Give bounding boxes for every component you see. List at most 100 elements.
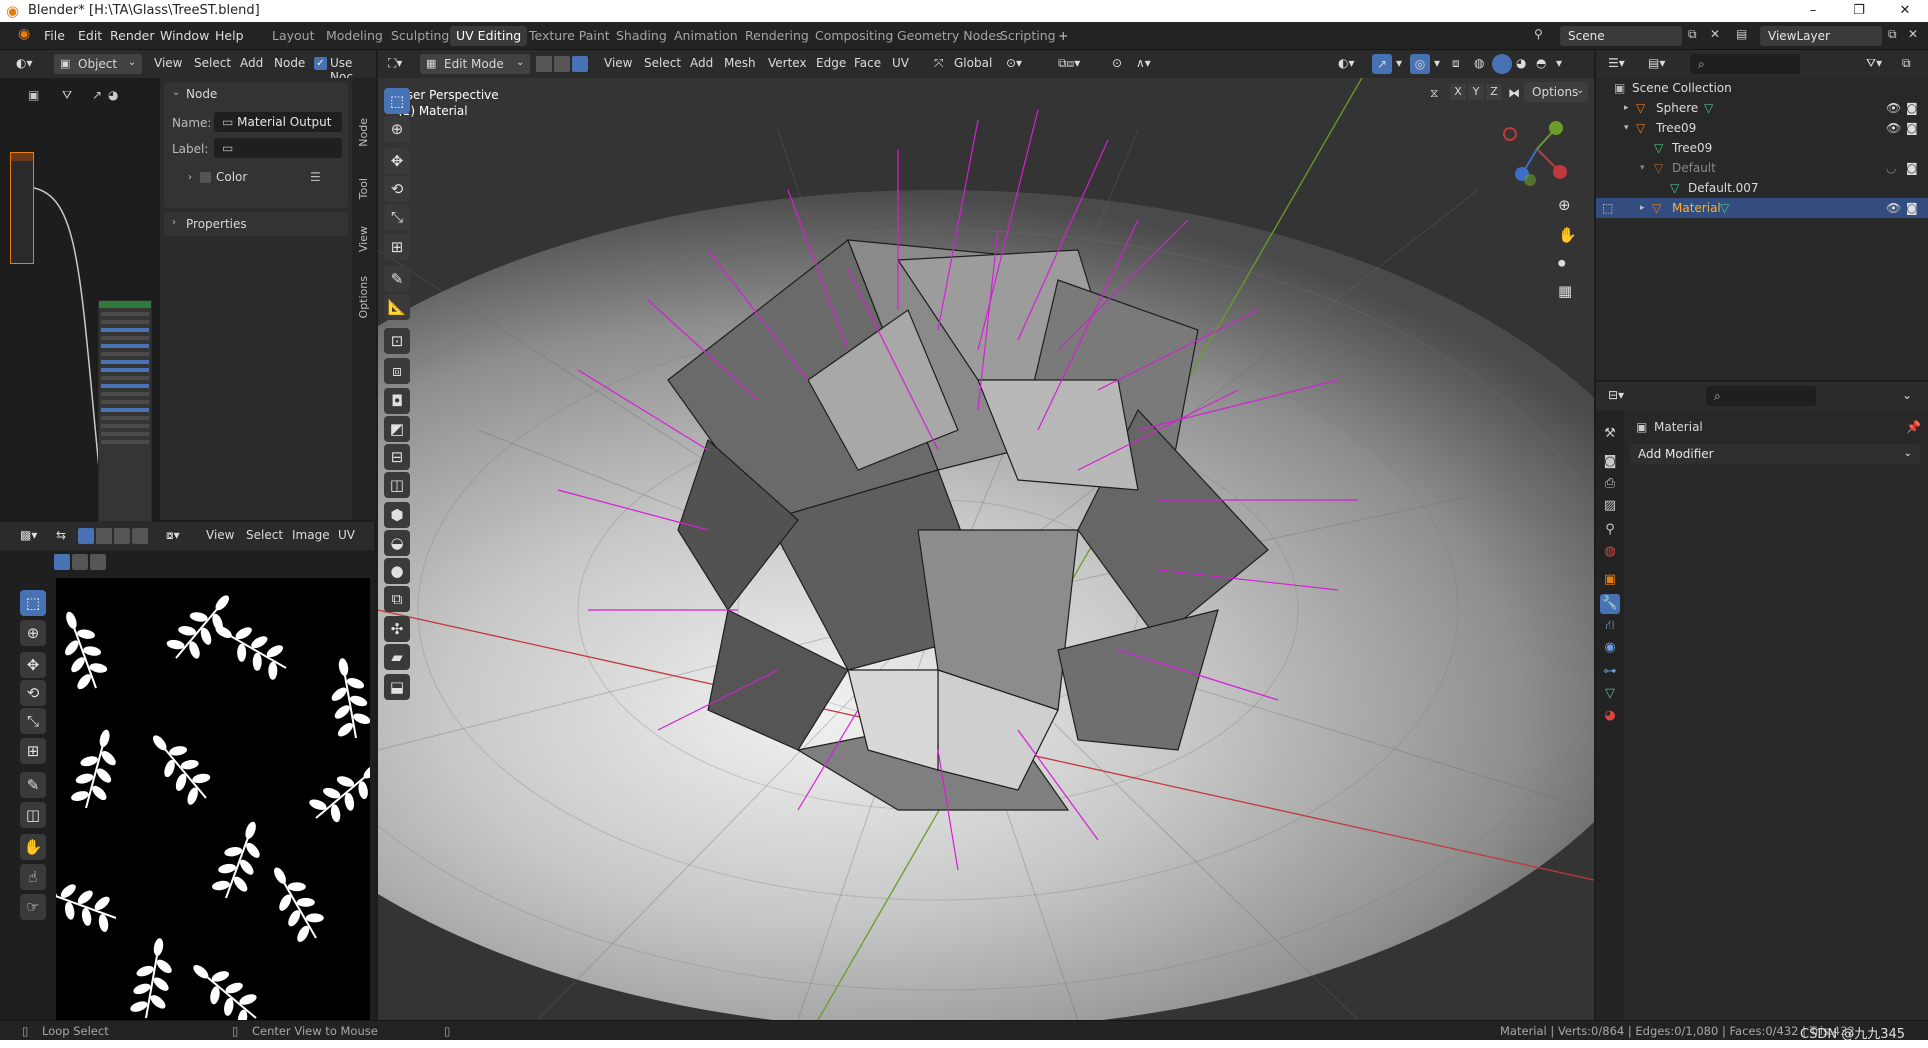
select-box-tool-icon[interactable]: ⬚ bbox=[384, 88, 410, 114]
editor-type-icon[interactable]: ⛶▾ bbox=[388, 56, 402, 71]
eye-icon[interactable]: 👁 bbox=[1886, 118, 1901, 138]
xray-icon[interactable]: ⧈ bbox=[1452, 56, 1460, 71]
wireframe-shading-icon[interactable]: ◍ bbox=[1474, 56, 1484, 70]
tab-animation[interactable]: Animation bbox=[674, 28, 738, 43]
move-tool-icon[interactable]: ✥ bbox=[20, 652, 46, 678]
select-mode-new-icon[interactable] bbox=[54, 554, 70, 570]
chevron-right-icon[interactable]: › bbox=[188, 172, 192, 183]
mirror-icon[interactable]: ⧖ bbox=[1430, 86, 1438, 101]
physics-tab-icon[interactable]: ◉ bbox=[1600, 638, 1620, 658]
image-menu-image[interactable]: Image bbox=[292, 528, 330, 542]
rotate-tool-icon[interactable]: ⟲ bbox=[20, 680, 46, 706]
filter-icon[interactable]: ⛛▾ bbox=[1866, 56, 1882, 71]
annotate-tool-icon[interactable]: ✎ bbox=[20, 772, 46, 798]
select-mode-subtract-icon[interactable] bbox=[90, 554, 106, 570]
loop-cut-tool-icon[interactable]: ⊟ bbox=[384, 444, 410, 470]
shear-tool-icon[interactable]: ▰ bbox=[384, 644, 410, 670]
material-shading-icon[interactable]: ◕ bbox=[1516, 56, 1526, 70]
maximize-button[interactable]: ❐ bbox=[1836, 0, 1882, 22]
chevron-down-icon[interactable]: ⌄ bbox=[1902, 388, 1912, 402]
new-collection-icon[interactable]: ⧉ bbox=[1902, 56, 1911, 71]
pan-hand-icon[interactable]: ✋ bbox=[1558, 226, 1577, 244]
proportional-edit-icon[interactable]: ⊙ bbox=[1112, 56, 1122, 70]
camera-view-icon[interactable]: ⏺ bbox=[1558, 254, 1566, 272]
image-menu-uv[interactable]: UV bbox=[338, 528, 355, 542]
minimize-button[interactable]: – bbox=[1790, 0, 1836, 22]
measure-tool-icon[interactable]: 📐 bbox=[384, 294, 410, 320]
properties-panel[interactable]: › Properties bbox=[164, 212, 348, 236]
world-tab-icon[interactable]: ◍ bbox=[1600, 542, 1620, 562]
editor-type-icon[interactable]: ◐▾ bbox=[16, 56, 33, 70]
camera-icon[interactable]: ◙ bbox=[1906, 198, 1918, 218]
viewlayer-icon[interactable]: ▤ bbox=[1736, 27, 1747, 41]
select-box-tool-icon[interactable]: ⬚ bbox=[20, 590, 46, 616]
cursor-tool-icon[interactable]: ⊕ bbox=[20, 620, 46, 646]
tab-sculpting[interactable]: Sculpting bbox=[391, 28, 449, 43]
rendered-shading-icon[interactable]: ◓ bbox=[1536, 56, 1546, 70]
render-tab-icon[interactable]: ◙ bbox=[1600, 452, 1620, 472]
ortho-toggle-icon[interactable]: ▦ bbox=[1558, 282, 1572, 300]
tab-node[interactable]: Node bbox=[357, 118, 370, 147]
tab-geometry-nodes[interactable]: Geometry Nodes bbox=[897, 28, 1002, 43]
menu-window[interactable]: Window bbox=[160, 28, 209, 43]
object-tab-icon[interactable]: ▣ bbox=[1600, 570, 1620, 590]
add-workspace-button[interactable]: + bbox=[1058, 28, 1068, 43]
color-label[interactable]: Color bbox=[216, 170, 247, 184]
outliner-row[interactable]: ▾ ▽ Default ◡ ◙ bbox=[1596, 158, 1928, 178]
color-checkbox[interactable] bbox=[200, 172, 211, 183]
pivot-icon[interactable]: ⊙▾ bbox=[1006, 56, 1022, 70]
cursor-tool-icon[interactable]: ⊕ bbox=[384, 116, 410, 142]
properties-search-input[interactable]: ⌕ bbox=[1706, 386, 1816, 406]
edit-mode-icon[interactable]: ⬚ bbox=[1602, 198, 1613, 218]
editor-type-icon[interactable]: ☰▾ bbox=[1608, 56, 1625, 70]
use-nodes-checkbox[interactable]: ✓ bbox=[314, 57, 327, 70]
node-menu-view[interactable]: View bbox=[154, 56, 182, 70]
tab-rendering[interactable]: Rendering bbox=[745, 28, 809, 43]
snap-icon[interactable]: ⧉⧈▾ bbox=[1058, 56, 1080, 71]
delete-scene-icon[interactable]: ✕ bbox=[1710, 27, 1720, 41]
transform-tool-icon[interactable]: ⊞ bbox=[20, 738, 46, 764]
overlays-toggle-icon[interactable]: ◎ bbox=[1410, 54, 1430, 74]
chevron-right-icon[interactable]: ▸ bbox=[1640, 198, 1645, 218]
close-button[interactable]: ✕ bbox=[1882, 0, 1928, 22]
navigation-gizmo[interactable] bbox=[1500, 112, 1574, 186]
tab-scripting[interactable]: Scripting bbox=[1000, 28, 1056, 43]
spin-tool-icon[interactable]: ◒ bbox=[384, 530, 410, 556]
tab-view[interactable]: View bbox=[357, 226, 370, 252]
camera-icon[interactable]: ◙ bbox=[1906, 158, 1918, 178]
annotate-tool-icon[interactable]: ✎ bbox=[384, 266, 410, 292]
transform-orientation-label[interactable]: Global bbox=[954, 56, 992, 70]
rotate-tool-icon[interactable]: ⟲ bbox=[384, 176, 410, 202]
select-mode-extend-icon[interactable] bbox=[72, 554, 88, 570]
tab-texture-paint[interactable]: Texture Paint bbox=[529, 28, 610, 43]
scale-tool-icon[interactable]: ⤡ bbox=[20, 708, 46, 734]
outliner-row[interactable]: ▽ Default.007 bbox=[1596, 178, 1928, 198]
axis-z-button[interactable]: Z bbox=[1486, 84, 1502, 100]
node-menu-node[interactable]: Node bbox=[274, 56, 305, 70]
axis-y-button[interactable]: Y bbox=[1468, 84, 1484, 100]
menu-render[interactable]: Render bbox=[110, 28, 155, 43]
menu-help[interactable]: Help bbox=[215, 28, 244, 43]
shrink-fatten-tool-icon[interactable]: ✣ bbox=[384, 616, 410, 642]
edge-mode-icon[interactable] bbox=[554, 56, 570, 72]
shading-menu-icon[interactable]: ▾ bbox=[1556, 56, 1562, 70]
tab-modeling[interactable]: Modeling bbox=[326, 28, 383, 43]
extrude-tool-icon[interactable]: ⧈ bbox=[384, 358, 410, 384]
transform-orientation-icon[interactable]: ⤧ bbox=[934, 56, 944, 71]
view-layer-tab-icon[interactable]: ▨ bbox=[1600, 496, 1620, 516]
zoom-icon[interactable]: ⊕ bbox=[1558, 196, 1571, 214]
eye-icon[interactable]: 👁 bbox=[1886, 198, 1901, 218]
outliner-row[interactable]: ▽ Tree09 bbox=[1596, 138, 1928, 158]
tab-compositing[interactable]: Compositing bbox=[815, 28, 893, 43]
add-cube-tool-icon[interactable]: ⊡ bbox=[384, 328, 410, 354]
node-label-field[interactable]: ▭ bbox=[214, 138, 342, 158]
viewport-menu-edge[interactable]: Edge bbox=[816, 56, 846, 70]
tab-tool[interactable]: Tool bbox=[357, 178, 370, 199]
add-modifier-dropdown[interactable]: Add Modifier ⌄ bbox=[1630, 444, 1920, 464]
menu-file[interactable]: File bbox=[44, 28, 65, 43]
scene-field[interactable]: Scene bbox=[1560, 26, 1682, 46]
node-mode-dropdown[interactable]: ▣ Object ⌄ bbox=[54, 54, 142, 74]
visibility-icon[interactable]: ◐▾ bbox=[1338, 56, 1355, 70]
overlays-menu-icon[interactable]: ▾ bbox=[1434, 56, 1440, 70]
knife-tool-icon[interactable]: ◫ bbox=[384, 472, 410, 498]
